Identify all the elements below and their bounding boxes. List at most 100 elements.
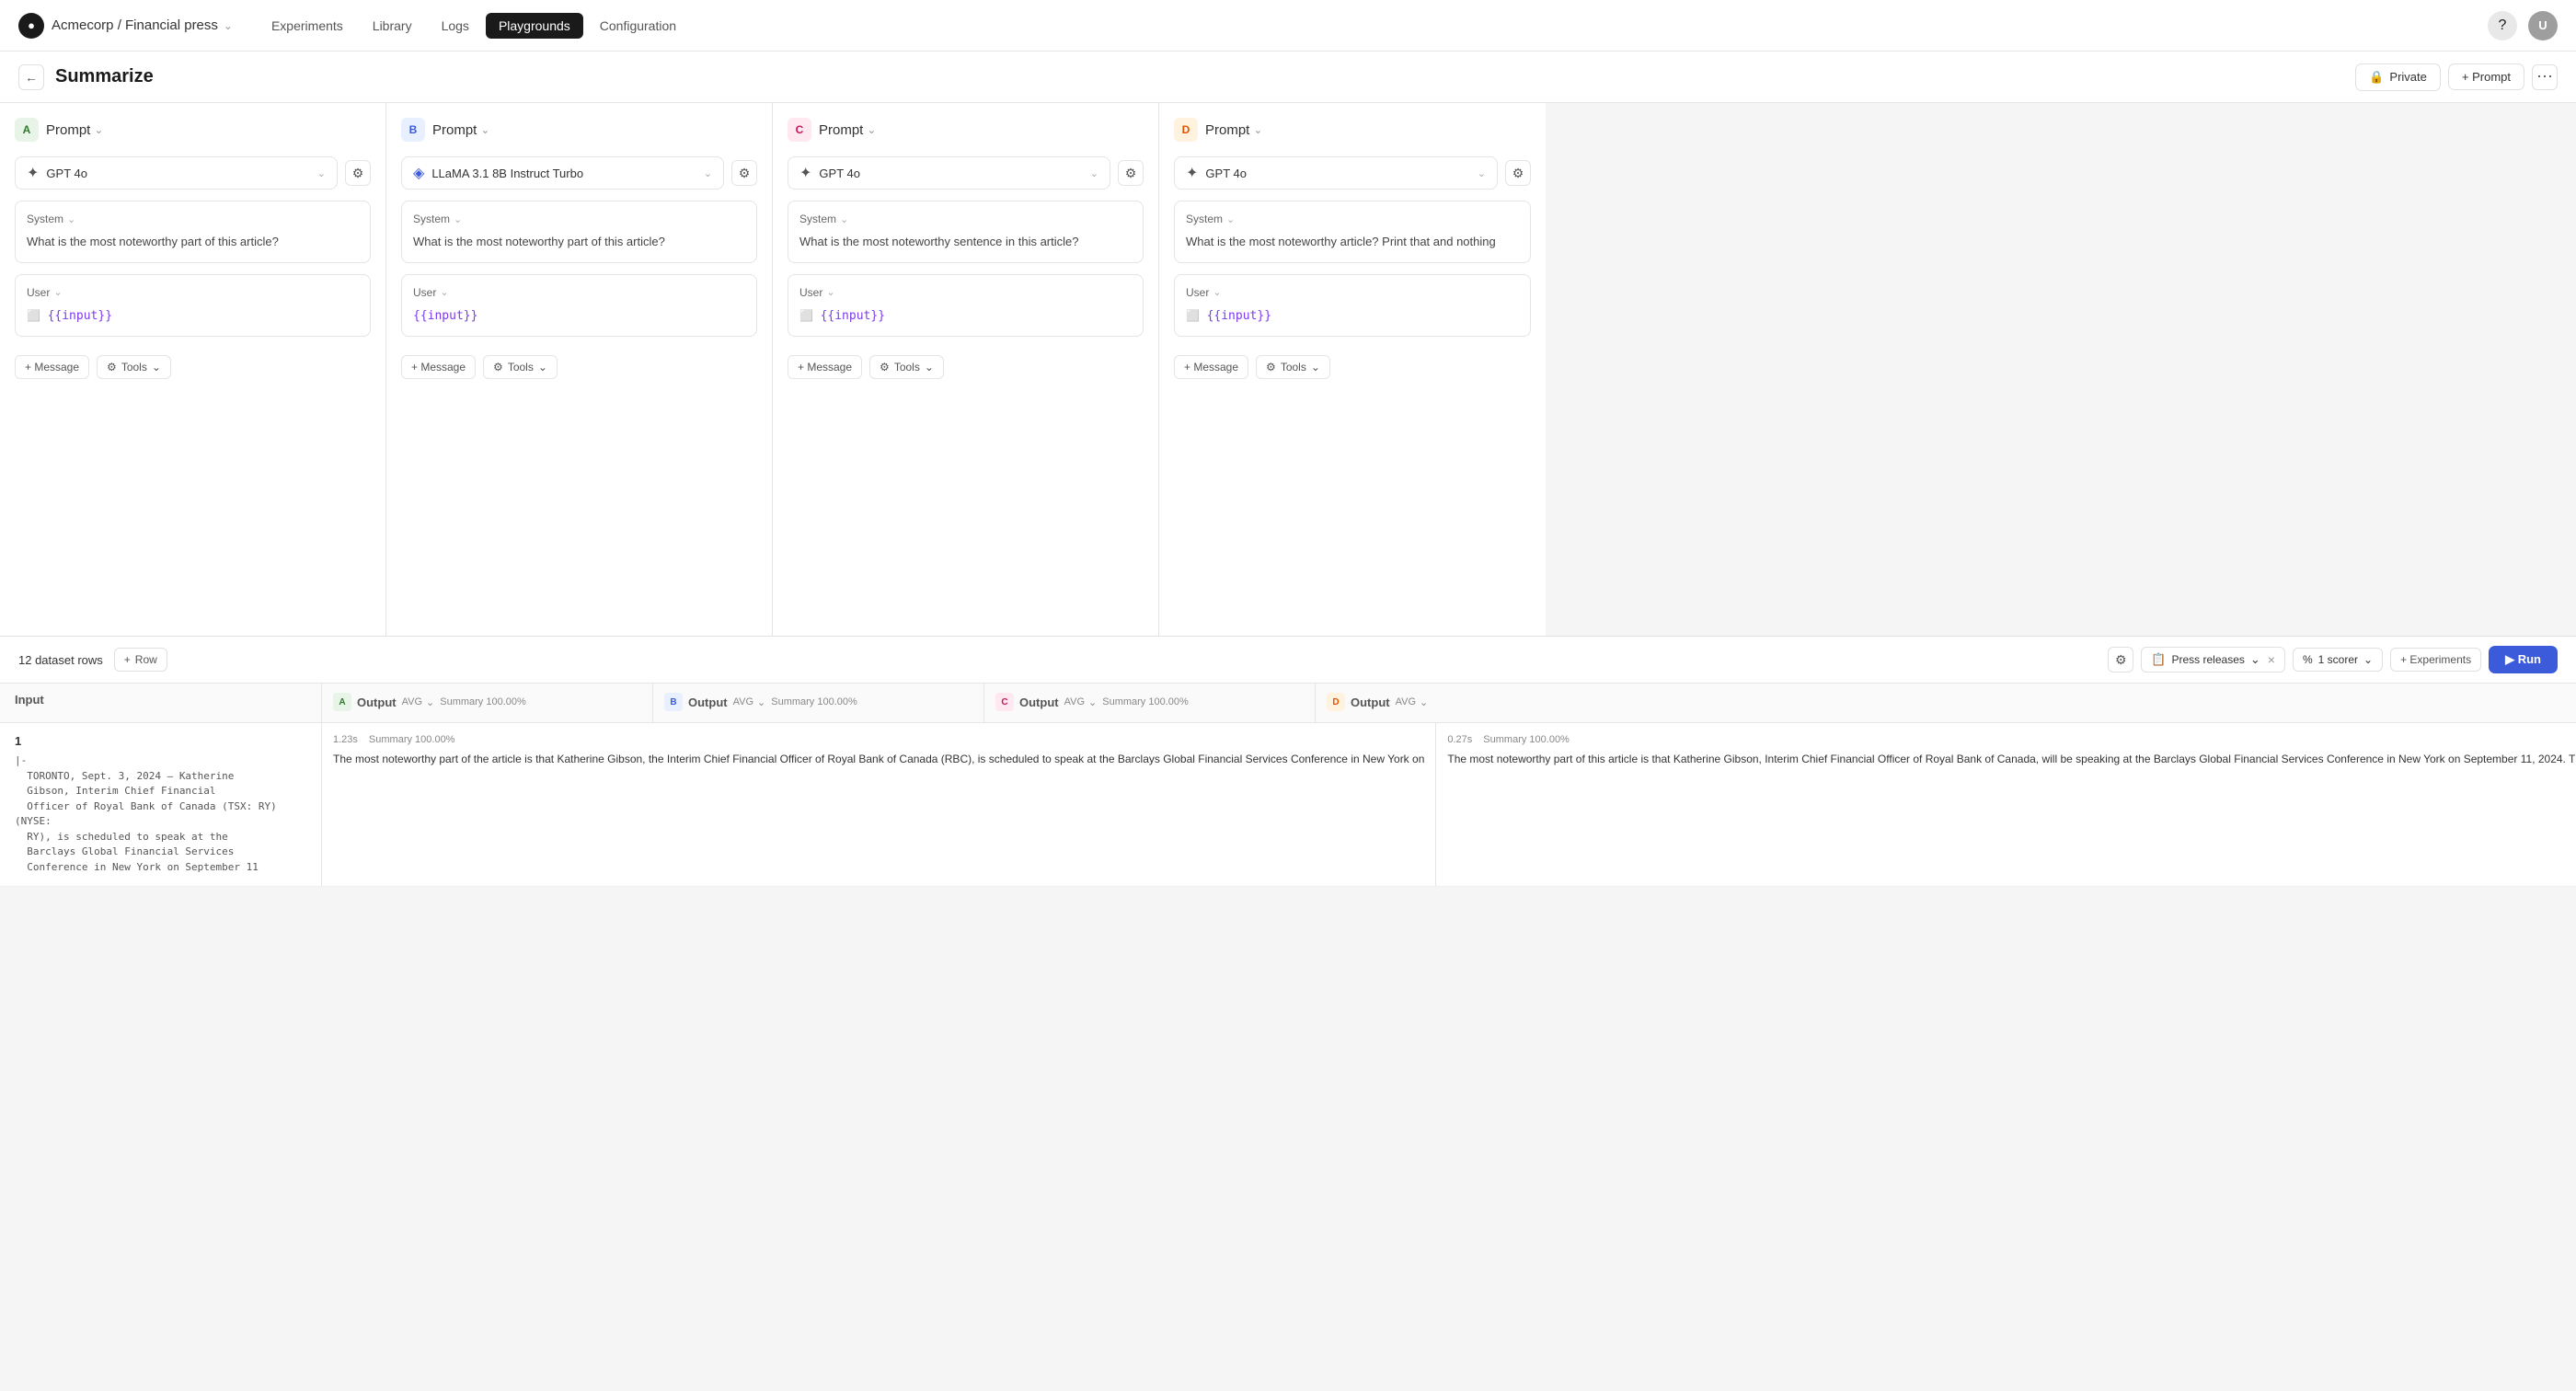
col-c-badge: C [995,693,1014,711]
user-role-c[interactable]: User ⌄ [799,286,1132,299]
col-d-avg[interactable]: AVG ⌄ [1396,696,1429,708]
filter-button[interactable]: ⚙ [2108,647,2133,673]
prompt-b-actions: + Message ⚙ Tools ⌄ [401,355,757,379]
user-role-chevron-a: ⌄ [53,286,62,298]
col-c-avg[interactable]: AVG ⌄ [1064,696,1098,708]
tools-c-button[interactable]: ⚙ Tools ⌄ [869,355,944,379]
cell-output-a-1: 1.23s Summary 100.00% The most noteworth… [322,723,1436,886]
model-settings-c[interactable]: ⚙ [1118,160,1144,186]
system-message-c: System ⌄ What is the most noteworthy sen… [788,201,1144,263]
add-row-plus-icon: + [124,653,131,666]
topnav-right: ? U [2488,11,2558,40]
dataset-bar: 12 dataset rows + Row ⚙ 📋 Press releases… [0,637,2576,684]
nav-item-library[interactable]: Library [360,13,425,39]
nav-item-experiments[interactable]: Experiments [259,13,356,39]
tools-d-button[interactable]: ⚙ Tools ⌄ [1256,355,1330,379]
col-d-header: D Output AVG ⌄ [1316,684,1592,722]
prompt-label-a[interactable]: Prompt ⌄ [46,122,103,138]
cell-b-meta: 0.27s Summary 100.00% [1447,734,2576,745]
prompt-d-chevron-icon: ⌄ [1253,123,1262,136]
user-avatar[interactable]: U [2528,11,2558,40]
system-role-b[interactable]: System ⌄ [413,213,745,225]
scorer-tag[interactable]: % 1 scorer ⌄ [2293,648,2383,672]
model-selector-b[interactable]: ◈ LLaMA 3.1 8B Instruct Turbo ⌄ [401,156,724,190]
user-role-chevron-c: ⌄ [826,286,834,298]
nav-item-playgrounds[interactable]: Playgrounds [486,13,583,39]
scorer-chevron-icon: ⌄ [2363,653,2373,666]
more-options-button[interactable]: ⋯ [2532,64,2558,90]
system-role-chevron-d: ⌄ [1226,213,1235,225]
help-icon[interactable]: ? [2488,11,2517,40]
meta-icon-b: ◈ [413,164,424,182]
model-settings-a[interactable]: ⚙ [345,160,371,186]
model-settings-d[interactable]: ⚙ [1505,160,1531,186]
add-row-button[interactable]: + Row [114,648,167,672]
tools-a-button[interactable]: ⚙ Tools ⌄ [97,355,171,379]
nav-item-logs[interactable]: Logs [429,13,482,39]
cell-b-text: The most noteworthy part of this article… [1447,751,2576,768]
user-message-b: User ⌄ {{input}} [401,274,757,338]
prompt-header-d: D Prompt ⌄ [1174,118,1531,142]
app-logo: ● [18,13,44,39]
prompt-header-a: A Prompt ⌄ [15,118,371,142]
brand-chevron-icon: ⌄ [224,19,233,32]
tools-d-icon: ⚙ [1266,361,1276,374]
openai-icon-a: ✦ [27,164,39,182]
user-role-d[interactable]: User ⌄ [1186,286,1519,299]
model-chevron-a-icon: ⌄ [317,167,326,179]
col-b-avg[interactable]: AVG ⌄ [733,696,766,708]
col-b-header: B Output AVG ⌄ Summary 100.00% [653,684,984,722]
brand-selector[interactable]: Acmecorp / Financial press ⌄ [52,17,233,33]
user-role-b[interactable]: User ⌄ [413,286,745,299]
col-a-avg[interactable]: AVG ⌄ [402,696,435,708]
add-message-c-button[interactable]: + Message [788,355,862,379]
add-experiments-button[interactable]: + Experiments [2390,648,2481,672]
tools-c-chevron: ⌄ [925,361,934,374]
private-button[interactable]: 🔒 Private [2355,63,2441,91]
prompt-col-c: C Prompt ⌄ ✦ GPT 4o ⌄ ⚙ System ⌄ What is… [773,103,1159,636]
row-number-1: 1 [15,734,306,748]
model-chevron-b-icon: ⌄ [704,167,712,179]
back-button[interactable]: ← [18,64,44,90]
col-input-header: Input [0,684,322,722]
tools-a-chevron: ⌄ [152,361,161,374]
prompt-label-c[interactable]: Prompt ⌄ [819,122,876,138]
prompt-col-b: B Prompt ⌄ ◈ LLaMA 3.1 8B Instruct Turbo… [386,103,773,636]
model-selector-d[interactable]: ✦ GPT 4o ⌄ [1174,156,1498,190]
model-settings-b[interactable]: ⚙ [731,160,757,186]
add-prompt-button[interactable]: + Prompt [2448,63,2524,90]
model-selector-c[interactable]: ✦ GPT 4o ⌄ [788,156,1110,190]
tools-d-chevron: ⌄ [1311,361,1320,374]
system-role-d[interactable]: System ⌄ [1186,213,1519,225]
tools-a-icon: ⚙ [107,361,117,374]
input-icon-a: ⬜ [27,309,40,322]
add-message-d-button[interactable]: + Message [1174,355,1248,379]
prompt-badge-c: C [788,118,811,142]
system-role-chevron-a: ⌄ [67,213,75,225]
system-message-d: System ⌄ What is the most noteworthy art… [1174,201,1531,263]
prompt-a-chevron-icon: ⌄ [94,123,103,136]
system-role-c[interactable]: System ⌄ [799,213,1132,225]
system-role-a[interactable]: System ⌄ [27,213,359,225]
col-c-summary: Summary 100.00% [1102,696,1189,707]
prompt-col-a: A Prompt ⌄ ✦ GPT 4o ⌄ ⚙ System ⌄ What is… [0,103,386,636]
cell-output-b-1: 0.27s Summary 100.00% The most noteworth… [1436,723,2576,886]
prompt-label-b[interactable]: Prompt ⌄ [432,122,489,138]
nav-item-configuration[interactable]: Configuration [587,13,689,39]
model-chevron-c-icon: ⌄ [1090,167,1098,179]
run-button[interactable]: ▶ Run [2489,646,2558,673]
col-b-title: Output [688,696,728,709]
model-selector-a[interactable]: ✦ GPT 4o ⌄ [15,156,338,190]
col-c-header: C Output AVG ⌄ Summary 100.00% [984,684,1316,722]
scorer-percent-icon: % [2303,653,2313,666]
dataset-right-actions: ⚙ 📋 Press releases ⌄ × % 1 scorer ⌄ + Ex… [2108,646,2558,673]
prompt-label-d[interactable]: Prompt ⌄ [1205,122,1262,138]
tools-b-chevron: ⌄ [538,361,547,374]
tag-close-icon[interactable]: × [2268,652,2275,667]
user-role-a[interactable]: User ⌄ [27,286,359,299]
add-message-b-button[interactable]: + Message [401,355,476,379]
prompt-header-b: B Prompt ⌄ [401,118,757,142]
results-table-header: Input A Output AVG ⌄ Summary 100.00% B O… [0,684,2576,723]
add-message-a-button[interactable]: + Message [15,355,89,379]
tools-b-button[interactable]: ⚙ Tools ⌄ [483,355,558,379]
